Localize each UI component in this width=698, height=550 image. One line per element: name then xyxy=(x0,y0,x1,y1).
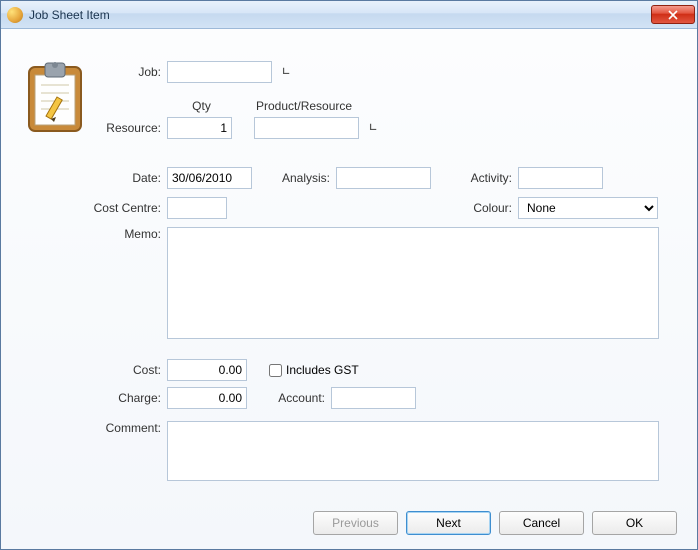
product-input[interactable] xyxy=(254,117,359,139)
memo-label: Memo: xyxy=(106,227,161,241)
date-input[interactable] xyxy=(167,167,252,189)
cost-label: Cost: xyxy=(106,363,161,377)
cancel-button[interactable]: Cancel xyxy=(499,511,584,535)
job-label: Job: xyxy=(106,65,161,79)
qty-input[interactable] xyxy=(167,117,232,139)
job-input[interactable] xyxy=(167,61,272,83)
close-icon xyxy=(668,10,678,20)
cost-centre-label: Cost Centre: xyxy=(79,201,161,215)
date-label: Date: xyxy=(106,171,161,185)
resource-label: Resource: xyxy=(89,121,161,135)
includes-gst-label: Includes GST xyxy=(286,363,359,377)
next-button[interactable]: Next xyxy=(406,511,491,535)
window-title: Job Sheet Item xyxy=(29,8,651,22)
dialog-content: Job: Qty Product/Resource Resource: Date… xyxy=(1,29,697,549)
comment-input[interactable] xyxy=(167,421,659,481)
ok-button[interactable]: OK xyxy=(592,511,677,535)
activity-input[interactable] xyxy=(518,167,603,189)
cost-centre-input[interactable] xyxy=(167,197,227,219)
analysis-label: Analysis: xyxy=(275,171,330,185)
button-bar: Previous Next Cancel OK xyxy=(313,511,677,535)
colour-label: Colour: xyxy=(457,201,512,215)
cost-input[interactable] xyxy=(167,359,247,381)
charge-input[interactable] xyxy=(167,387,247,409)
charge-label: Charge: xyxy=(96,391,161,405)
previous-button[interactable]: Previous xyxy=(313,511,398,535)
includes-gst-checkbox[interactable] xyxy=(269,364,282,377)
colour-select[interactable]: None xyxy=(518,197,658,219)
account-label: Account: xyxy=(253,391,325,405)
product-header: Product/Resource xyxy=(256,99,376,113)
dialog-window: Job Sheet Item Job: xyxy=(0,0,698,550)
qty-header: Qty xyxy=(169,99,234,113)
memo-input[interactable] xyxy=(167,227,659,339)
activity-label: Activity: xyxy=(457,171,512,185)
close-button[interactable] xyxy=(651,5,695,24)
job-picker-icon[interactable] xyxy=(278,65,292,79)
account-input[interactable] xyxy=(331,387,416,409)
product-picker-icon[interactable] xyxy=(365,121,379,135)
title-bar: Job Sheet Item xyxy=(1,1,697,29)
analysis-input[interactable] xyxy=(336,167,431,189)
app-icon xyxy=(7,7,23,23)
clipboard-icon xyxy=(23,59,87,135)
comment-label: Comment: xyxy=(89,421,161,435)
